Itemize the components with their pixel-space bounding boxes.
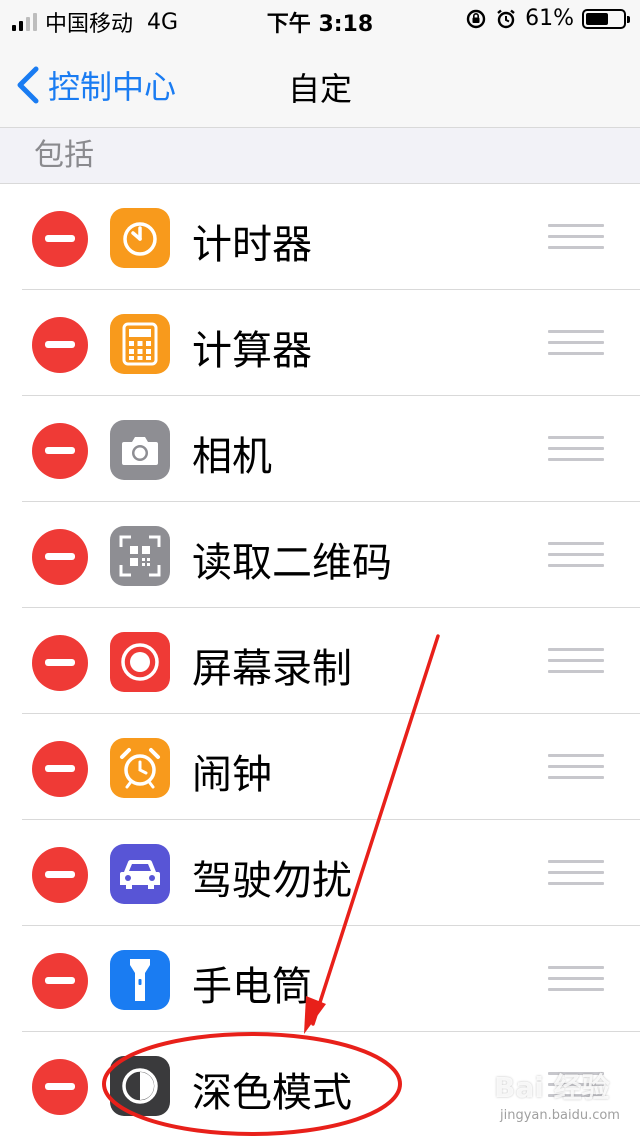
list-item: 手电筒	[0, 926, 640, 1032]
remove-button[interactable]	[32, 741, 88, 797]
item-label: 相机	[192, 434, 272, 480]
screen-record-icon	[110, 632, 170, 692]
list-item: 计时器	[0, 184, 640, 290]
item-label: 驾驶勿扰	[192, 858, 352, 904]
reorder-handle-icon[interactable]	[548, 860, 604, 890]
item-label: 深色模式	[192, 1070, 352, 1116]
reorder-handle-icon[interactable]	[548, 754, 604, 784]
status-right: 61%	[465, 6, 630, 31]
list-item: 计算器	[0, 290, 640, 396]
alarm-icon	[110, 738, 170, 798]
reorder-handle-icon[interactable]	[548, 542, 604, 572]
item-label: 计算器	[192, 328, 312, 374]
rotation-lock-icon	[466, 9, 486, 28]
remove-button[interactable]	[32, 211, 88, 267]
watermark: Bai 经验	[494, 1071, 610, 1104]
reorder-handle-icon[interactable]	[548, 224, 604, 254]
car-icon	[110, 844, 170, 904]
list-item: 闹钟	[0, 714, 640, 820]
item-label: 闹钟	[192, 752, 272, 798]
screen: 中国移动 4G 下午 3:18 61% 控制中心 自定 包括 计时器 计算器 相…	[0, 0, 640, 1136]
battery-percent: 61%	[525, 6, 574, 31]
item-label: 读取二维码	[192, 540, 392, 586]
remove-button[interactable]	[32, 847, 88, 903]
watermark-url: jingyan.baidu.com	[500, 1108, 620, 1123]
item-label: 屏幕录制	[192, 646, 352, 692]
timer-icon	[110, 208, 170, 268]
dark-mode-icon	[110, 1056, 170, 1116]
list-item: 驾驶勿扰	[0, 820, 640, 926]
list-item: 相机	[0, 396, 640, 502]
list-item: 读取二维码	[0, 502, 640, 608]
remove-button[interactable]	[32, 953, 88, 1009]
remove-button[interactable]	[32, 635, 88, 691]
remove-button[interactable]	[32, 1059, 88, 1115]
battery-icon	[582, 8, 630, 29]
reorder-handle-icon[interactable]	[548, 330, 604, 360]
included-controls-list: 计时器 计算器 相机 读取二维码 屏幕录制 闹钟 驾驶勿扰 手电筒 深色模式	[0, 184, 640, 1136]
remove-button[interactable]	[32, 529, 88, 585]
section-header: 包括	[0, 128, 640, 184]
flashlight-icon	[110, 950, 170, 1010]
navigation-bar: 控制中心 自定	[0, 40, 640, 128]
section-label: 包括	[34, 138, 94, 173]
status-bar: 中国移动 4G 下午 3:18 61%	[0, 0, 640, 40]
battery-fill	[586, 12, 608, 25]
calculator-icon	[110, 314, 170, 374]
reorder-handle-icon[interactable]	[548, 436, 604, 466]
page-title: 自定	[287, 70, 352, 108]
camera-icon	[110, 420, 170, 480]
alarm-status-icon	[497, 9, 515, 28]
reorder-handle-icon[interactable]	[548, 966, 604, 996]
remove-button[interactable]	[32, 317, 88, 373]
reorder-handle-icon[interactable]	[548, 648, 604, 678]
qr-code-icon	[110, 526, 170, 586]
item-label: 计时器	[192, 222, 312, 268]
list-item: 屏幕录制	[0, 608, 640, 714]
remove-button[interactable]	[32, 423, 88, 479]
item-label: 手电筒	[192, 964, 312, 1010]
